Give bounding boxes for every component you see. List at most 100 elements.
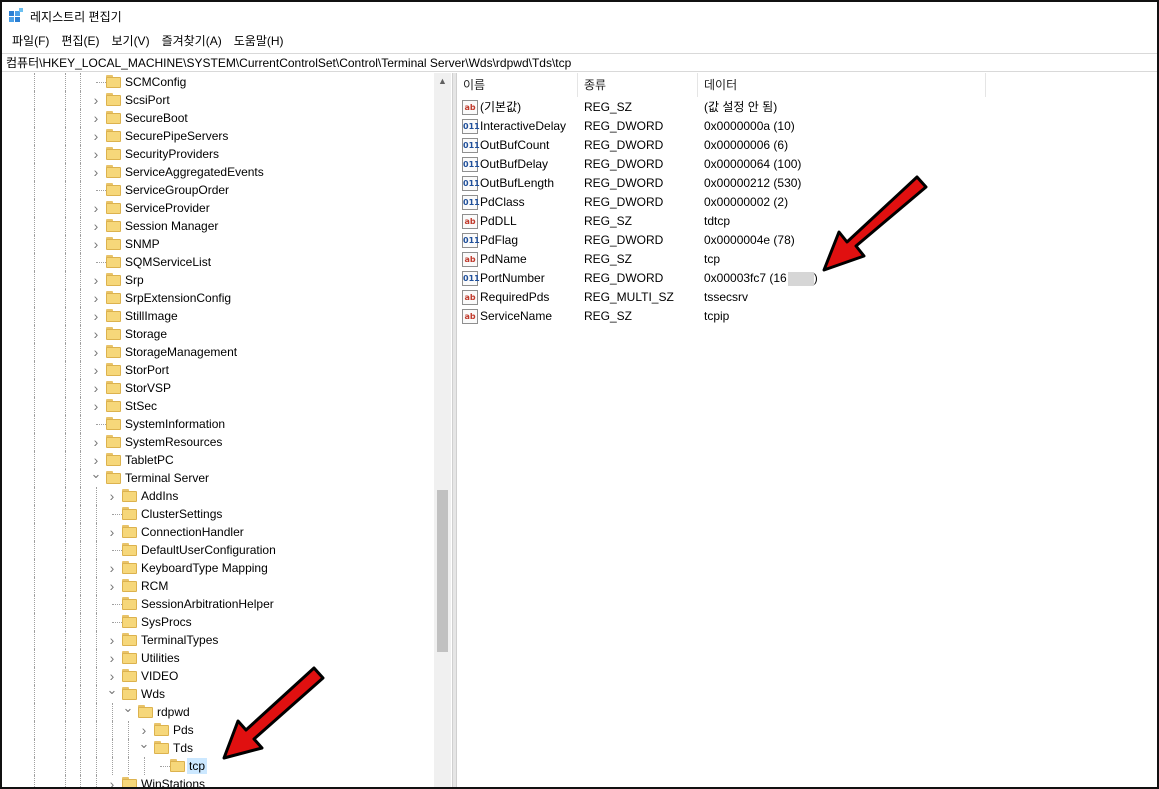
chevron-right-icon[interactable]: › xyxy=(90,165,102,179)
menu-help[interactable]: 도움말(H) xyxy=(228,30,290,52)
tree-item[interactable]: › Storage xyxy=(2,325,434,343)
chevron-right-icon[interactable]: › xyxy=(90,399,102,413)
value-row[interactable]: ab PdName REG_SZ tcp xyxy=(457,250,1157,269)
chevron-right-icon[interactable]: › xyxy=(106,669,118,683)
chevron-right-icon[interactable]: › xyxy=(106,489,118,503)
tree-item[interactable]: › SystemResources xyxy=(2,433,434,451)
tree-item[interactable]: DefaultUserConfiguration xyxy=(2,541,434,559)
column-header-name[interactable]: 이름 xyxy=(457,73,578,97)
chevron-right-icon[interactable]: › xyxy=(106,651,118,665)
menu-view[interactable]: 보기(V) xyxy=(105,30,155,52)
tree-item[interactable]: tcp xyxy=(2,757,434,775)
value-row[interactable]: 011 PdFlag REG_DWORD 0x0000004e (78) xyxy=(457,231,1157,250)
tree-item[interactable]: SystemInformation xyxy=(2,415,434,433)
chevron-right-icon[interactable]: › xyxy=(90,129,102,143)
value-row[interactable]: ab ServiceName REG_SZ tcpip xyxy=(457,307,1157,326)
chevron-right-icon[interactable]: › xyxy=(90,201,102,215)
column-header-data[interactable]: 데이터 xyxy=(698,73,986,97)
tree-item[interactable]: › Utilities xyxy=(2,649,434,667)
tree-item[interactable]: › StillImage xyxy=(2,307,434,325)
tree-item[interactable]: ⌄ Terminal Server xyxy=(2,467,434,487)
chevron-right-icon[interactable]: › xyxy=(90,381,102,395)
tree-item[interactable]: SCMConfig xyxy=(2,73,434,91)
tree-item[interactable]: › StSec xyxy=(2,397,434,415)
tree-item[interactable]: › Pds xyxy=(2,721,434,739)
tree-item[interactable]: › ServiceProvider xyxy=(2,199,434,217)
value-row[interactable]: ab PdDLL REG_SZ tdtcp xyxy=(457,212,1157,231)
chevron-down-icon[interactable]: ⌄ xyxy=(90,467,102,481)
tree-guide-line xyxy=(80,631,81,649)
chevron-right-icon[interactable]: › xyxy=(90,237,102,251)
tree-item[interactable]: › StorPort xyxy=(2,361,434,379)
tree-item[interactable]: › TerminalTypes xyxy=(2,631,434,649)
title-bar: 레지스트리 편집기 xyxy=(2,2,1157,30)
value-row[interactable]: ab RequiredPds REG_MULTI_SZ tssecsrv xyxy=(457,288,1157,307)
tree-item[interactable]: ⌄ Wds xyxy=(2,683,434,703)
chevron-right-icon[interactable]: › xyxy=(106,525,118,539)
tree-item[interactable]: › KeyboardType Mapping xyxy=(2,559,434,577)
tree-item[interactable]: › Session Manager xyxy=(2,217,434,235)
tree-guide-line xyxy=(96,739,97,757)
chevron-right-icon[interactable]: › xyxy=(106,633,118,647)
tree-item[interactable]: › SecurityProviders xyxy=(2,145,434,163)
tree-item[interactable]: ServiceGroupOrder xyxy=(2,181,434,199)
tree-item[interactable]: › SrpExtensionConfig xyxy=(2,289,434,307)
tree-item-label: ServiceAggregatedEvents xyxy=(125,165,264,179)
tree-item[interactable]: › ScsiPort xyxy=(2,91,434,109)
tree-item[interactable]: ⌄ rdpwd xyxy=(2,701,434,721)
value-row[interactable]: ab (기본값) REG_SZ (값 설정 안 됨) xyxy=(457,98,1157,117)
tree-item[interactable]: › Srp xyxy=(2,271,434,289)
chevron-right-icon[interactable]: › xyxy=(90,147,102,161)
tree-item[interactable]: › SecurePipeServers xyxy=(2,127,434,145)
chevron-down-icon[interactable]: ⌄ xyxy=(138,737,150,751)
tree-scrollbar[interactable]: ▲ xyxy=(434,73,451,787)
chevron-right-icon[interactable]: › xyxy=(106,579,118,593)
chevron-right-icon[interactable]: › xyxy=(90,273,102,287)
tree-item[interactable]: ClusterSettings xyxy=(2,505,434,523)
tree-item[interactable]: SessionArbitrationHelper xyxy=(2,595,434,613)
chevron-right-icon[interactable]: › xyxy=(90,291,102,305)
value-row[interactable]: 011 PortNumber REG_DWORD 0x00003fc7 (16) xyxy=(457,269,1157,288)
scroll-up-icon[interactable]: ▲ xyxy=(434,73,451,90)
value-row[interactable]: 011 OutBufDelay REG_DWORD 0x00000064 (100) xyxy=(457,155,1157,174)
chevron-down-icon[interactable]: ⌄ xyxy=(106,683,118,697)
tree-item[interactable]: › SecureBoot xyxy=(2,109,434,127)
tree-item[interactable]: › ServiceAggregatedEvents xyxy=(2,163,434,181)
value-row[interactable]: 011 PdClass REG_DWORD 0x00000002 (2) xyxy=(457,193,1157,212)
chevron-right-icon[interactable]: › xyxy=(138,723,150,737)
chevron-right-icon[interactable]: › xyxy=(90,327,102,341)
menu-favorites[interactable]: 즐겨찾기(A) xyxy=(156,30,228,52)
chevron-right-icon[interactable]: › xyxy=(90,309,102,323)
address-bar[interactable]: 컴퓨터\HKEY_LOCAL_MACHINE\SYSTEM\CurrentCon… xyxy=(2,53,1157,72)
tree-item[interactable]: SQMServiceList xyxy=(2,253,434,271)
chevron-right-icon[interactable]: › xyxy=(90,93,102,107)
chevron-right-icon[interactable]: › xyxy=(90,435,102,449)
tree-item[interactable]: › TabletPC xyxy=(2,451,434,469)
tree-item[interactable]: › StorVSP xyxy=(2,379,434,397)
tree-item[interactable]: › WinStations xyxy=(2,775,434,787)
tree-item[interactable]: ⌄ Tds xyxy=(2,737,434,757)
chevron-right-icon[interactable]: › xyxy=(90,219,102,233)
tree-item[interactable]: › StorageManagement xyxy=(2,343,434,361)
chevron-right-icon[interactable]: › xyxy=(90,453,102,467)
tree-item[interactable]: › VIDEO xyxy=(2,667,434,685)
scroll-thumb[interactable] xyxy=(437,490,448,652)
value-data: 0x00003fc7 (16) xyxy=(704,269,818,288)
tree-item[interactable]: › RCM xyxy=(2,577,434,595)
tree-item[interactable]: › ConnectionHandler xyxy=(2,523,434,541)
chevron-right-icon[interactable]: › xyxy=(90,111,102,125)
tree-item[interactable]: › AddIns xyxy=(2,487,434,505)
value-row[interactable]: 011 OutBufCount REG_DWORD 0x00000006 (6) xyxy=(457,136,1157,155)
chevron-down-icon[interactable]: ⌄ xyxy=(122,701,134,715)
tree-item[interactable]: › SNMP xyxy=(2,235,434,253)
menu-edit[interactable]: 편집(E) xyxy=(55,30,105,52)
chevron-right-icon[interactable]: › xyxy=(90,363,102,377)
menu-file[interactable]: 파일(F) xyxy=(6,30,55,52)
value-row[interactable]: 011 InteractiveDelay REG_DWORD 0x0000000a (… xyxy=(457,117,1157,136)
tree-item[interactable]: SysProcs xyxy=(2,613,434,631)
chevron-right-icon[interactable]: › xyxy=(90,345,102,359)
value-row[interactable]: 011 OutBufLength REG_DWORD 0x00000212 (530) xyxy=(457,174,1157,193)
chevron-right-icon[interactable]: › xyxy=(106,777,118,787)
chevron-right-icon[interactable]: › xyxy=(106,561,118,575)
column-header-type[interactable]: 종류 xyxy=(578,73,698,97)
